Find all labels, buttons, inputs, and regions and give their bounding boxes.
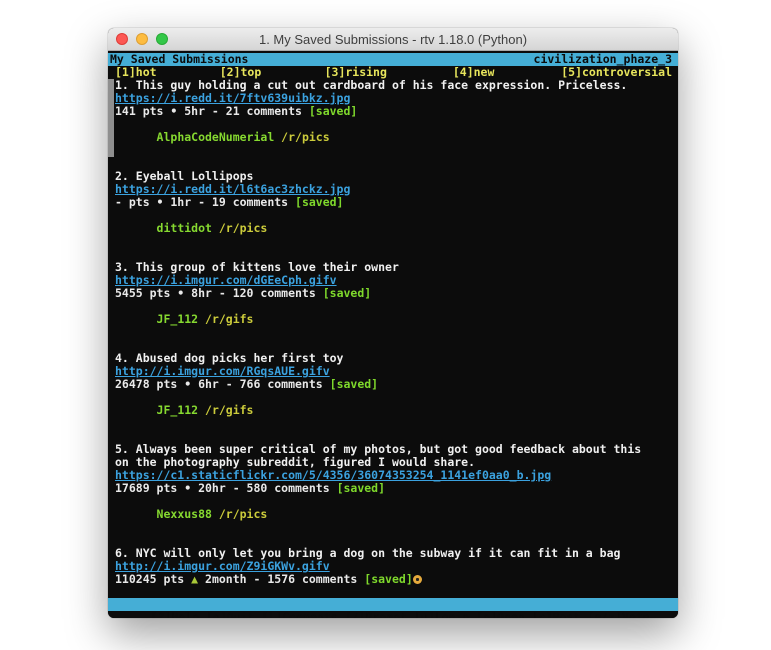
submission-stats: - pts • 1hr - 19 comments [saved] [115, 196, 674, 209]
submission-byline: AlphaCodeNumerial /r/pics [115, 118, 674, 157]
stats-text: 110245 pts [115, 572, 191, 586]
saved-badge: [saved] [316, 286, 371, 300]
saved-badge: [saved] [357, 572, 412, 586]
submission-author: Nexxus88 [157, 507, 212, 521]
app-window: 1. My Saved Submissions - rtv 1.18.0 (Py… [108, 28, 678, 618]
gilded-icon [413, 575, 422, 584]
submission-byline: JF_112 /r/gifs [115, 300, 674, 339]
submission-stats: 26478 pts • 6hr - 766 comments [saved] [115, 378, 674, 391]
submission-stats: 110245 pts ▲ 2month - 1576 comments [sav… [115, 573, 674, 586]
submission-title: 5. Always been super critical of my phot… [115, 443, 674, 469]
submission-byline: dittidot /r/pics [115, 209, 674, 248]
submission-byline: JF_112 /r/gifs [115, 391, 674, 430]
quit-command[interactable]: [q]Quit [206, 610, 254, 618]
submission-author: AlphaCodeNumerial [157, 130, 275, 144]
stats-text: - pts • 1hr - 19 comments [115, 195, 288, 209]
submission-subreddit[interactable]: /r/gifs [198, 312, 253, 326]
submission-row[interactable]: 3. This group of kittens love their owne… [115, 261, 674, 339]
submission-subreddit[interactable]: /r/pics [212, 221, 267, 235]
submission-stats: 17689 pts • 20hr - 580 comments [saved] [115, 482, 674, 495]
submission-row[interactable]: 2. Eyeball Lollipops https://i.redd.it/l… [115, 170, 674, 248]
stats-text: 26478 pts • 6hr - 766 comments [115, 377, 323, 391]
submission-row[interactable]: 4. Abused dog picks her first toy http:/… [115, 352, 674, 430]
submission-author: JF_112 [157, 312, 199, 326]
submission-stats: 141 pts • 5hr - 21 comments [saved] [115, 105, 674, 118]
stats-text: 2month - 1576 comments [198, 572, 357, 586]
saved-badge: [saved] [302, 104, 357, 118]
submission-list: 1. This guy holding a cut out cardboard … [108, 79, 678, 618]
saved-badge: [saved] [288, 195, 343, 209]
submission-stats: 5455 pts • 8hr - 120 comments [saved] [115, 287, 674, 300]
saved-badge: [saved] [323, 377, 378, 391]
submission-subreddit[interactable]: /r/pics [274, 130, 329, 144]
prompt-command[interactable]: [/]Prompt [345, 610, 407, 618]
submission-row[interactable]: 1. This guy holding a cut out cardboard … [115, 79, 674, 157]
window-title: 1. My Saved Submissions - rtv 1.18.0 (Py… [259, 32, 527, 47]
stats-text: 141 pts • 5hr - 21 comments [115, 104, 302, 118]
status-bar: [?]Help[q]Quit[l]Comments[/]Prompt[u]Log… [108, 598, 678, 611]
traffic-lights [116, 33, 168, 45]
submission-byline: Nexxus88 /r/pics [115, 495, 674, 534]
login-command[interactable]: [u]Login [414, 610, 469, 618]
close-button[interactable] [116, 33, 128, 45]
vote-command[interactable]: [a/z]Vote [587, 610, 649, 618]
help-command[interactable]: [?]Help [151, 610, 199, 618]
comments-command[interactable]: [l]Comments [261, 610, 337, 618]
submission-subreddit[interactable]: /r/pics [212, 507, 267, 521]
post-command[interactable]: [c]Post [532, 610, 580, 618]
saved-badge: [saved] [330, 481, 385, 495]
terminal: My Saved Submissions civilization_phaze_… [108, 51, 678, 618]
submission-author: dittidot [157, 221, 212, 235]
zoom-button[interactable] [156, 33, 168, 45]
stats-text: 17689 pts • 20hr - 580 comments [115, 481, 330, 495]
window-titlebar[interactable]: 1. My Saved Submissions - rtv 1.18.0 (Py… [108, 28, 678, 51]
stats-text: 5455 pts • 8hr - 120 comments [115, 286, 316, 300]
minimize-button[interactable] [136, 33, 148, 45]
submission-subreddit[interactable]: /r/gifs [198, 403, 253, 417]
submission-author: JF_112 [157, 403, 199, 417]
submission-row[interactable]: 5. Always been super critical of my phot… [115, 443, 674, 534]
open-command[interactable]: [o]Open [476, 610, 524, 618]
